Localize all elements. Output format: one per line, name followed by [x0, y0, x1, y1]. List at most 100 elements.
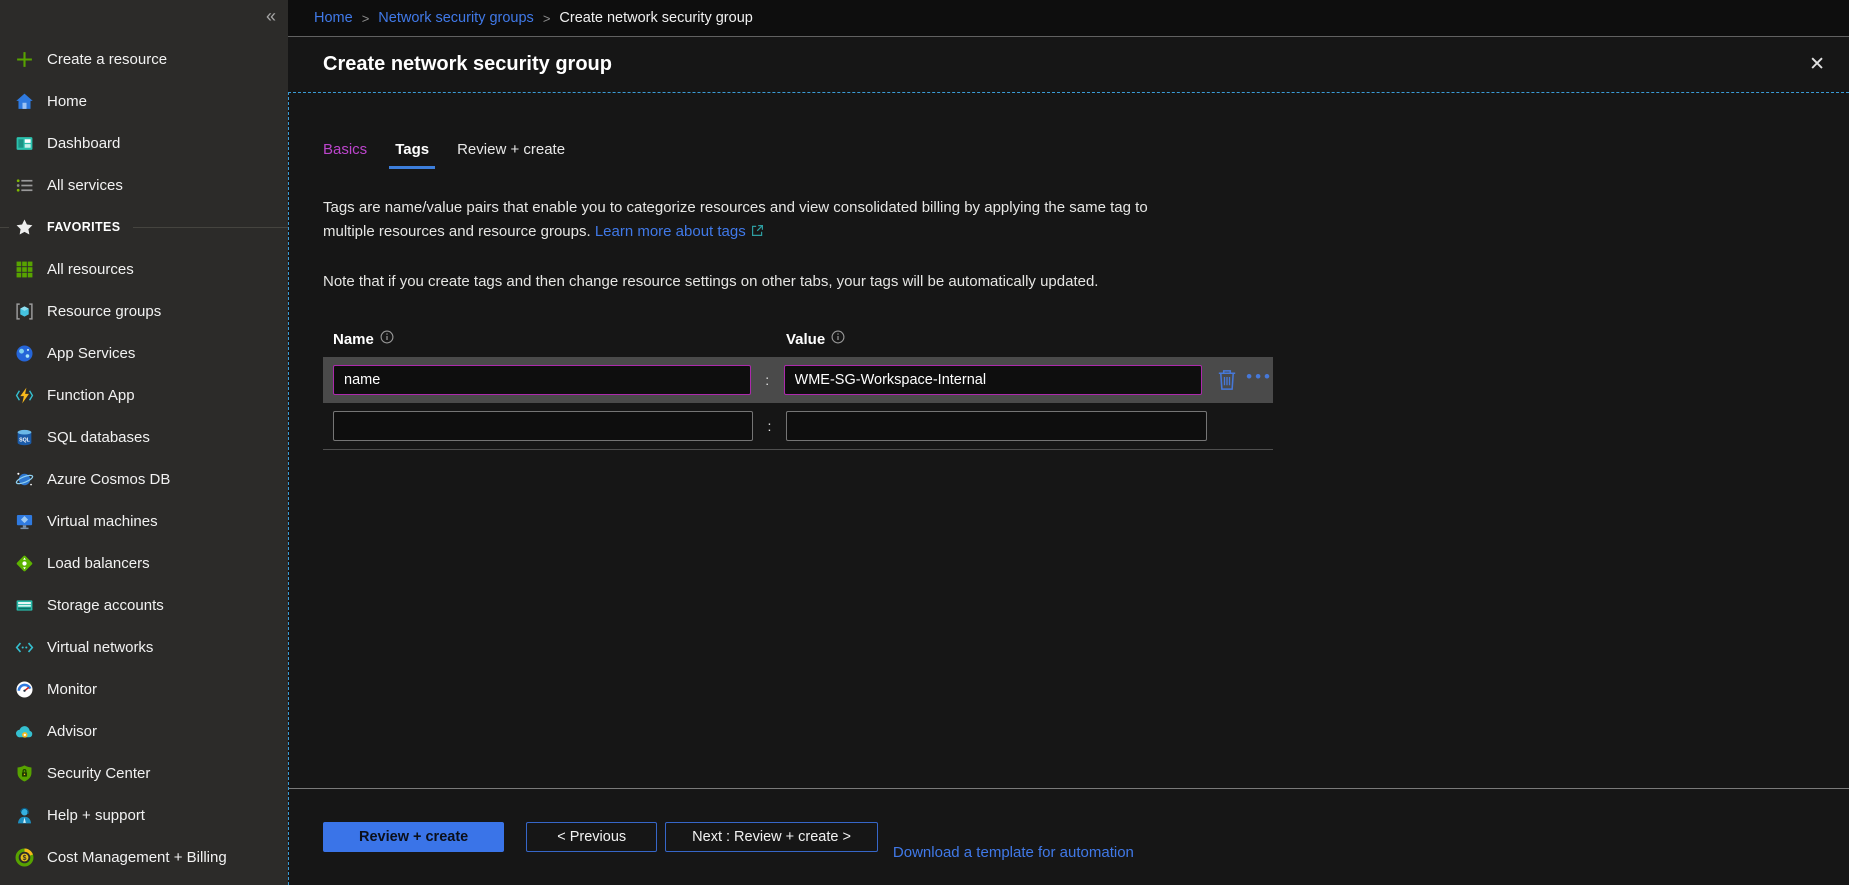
tab-review-create[interactable]: Review + create [457, 141, 565, 169]
sidebar-item-label: Dashboard [47, 135, 120, 152]
name-column-header: Name [333, 331, 374, 348]
sidebar-collapse-icon[interactable]: « [266, 6, 276, 27]
tags-table-header: Name Value [323, 330, 1273, 348]
advisor-icon [15, 722, 34, 741]
cosmos-db-icon [15, 470, 34, 489]
sidebar-item-sql-databases[interactable]: SQL SQL databases [0, 416, 288, 458]
sidebar-item-label: Security Center [47, 765, 150, 782]
sidebar-item-all-resources[interactable]: All resources [0, 248, 288, 290]
sidebar-item-resource-groups[interactable]: Resource groups [0, 290, 288, 332]
more-options-icon[interactable]: ••• [1246, 372, 1273, 388]
description-line-1: Tags are name/value pairs that enable yo… [323, 196, 1829, 220]
list-icon [15, 176, 34, 195]
virtual-machines-icon [15, 512, 34, 531]
monitor-icon [15, 680, 34, 699]
tag-name-input[interactable] [333, 411, 753, 441]
help-support-icon [15, 806, 34, 825]
plus-icon [15, 50, 34, 69]
description-line-2: multiple resources and resource groups. … [323, 220, 1829, 245]
sidebar-item-virtual-networks[interactable]: Virtual networks [0, 626, 288, 668]
close-icon[interactable]: ✕ [1801, 49, 1833, 80]
sidebar-item-label: SQL databases [47, 429, 150, 446]
storage-accounts-icon [15, 596, 34, 615]
tags-description: Tags are name/value pairs that enable yo… [323, 196, 1829, 245]
sidebar-item-label: Virtual machines [47, 513, 158, 530]
sidebar-item-azure-cosmos-db[interactable]: Azure Cosmos DB [0, 458, 288, 500]
breadcrumb-separator-icon: > [362, 11, 370, 26]
download-template-link[interactable]: Download a template for automation [893, 844, 1134, 861]
info-icon[interactable] [380, 330, 394, 348]
tab-tags[interactable]: Tags [389, 141, 435, 169]
main-area: Home > Network security groups > Create … [288, 0, 1849, 885]
breadcrumb-separator-icon: > [543, 11, 551, 26]
tab-content: Basics Tags Review + create Tags are nam… [289, 93, 1849, 788]
sidebar-item-storage-accounts[interactable]: Storage accounts [0, 584, 288, 626]
breadcrumb-home-link[interactable]: Home [314, 10, 353, 26]
sidebar-item-label: Resource groups [47, 303, 161, 320]
sidebar-item-label: Function App [47, 387, 135, 404]
sidebar-item-label: App Services [47, 345, 135, 362]
dashboard-icon [15, 134, 34, 153]
sidebar-item-home[interactable]: Home [0, 80, 288, 122]
tags-note: Note that if you create tags and then ch… [323, 273, 1829, 290]
grid-icon [15, 260, 34, 279]
tab-basics[interactable]: Basics [323, 141, 367, 169]
sidebar-item-label: Help + support [47, 807, 145, 824]
svg-text:SQL: SQL [19, 437, 31, 443]
breadcrumb: Home > Network security groups > Create … [288, 0, 1849, 37]
sidebar-item-monitor[interactable]: Monitor [0, 668, 288, 710]
learn-more-link[interactable]: Learn more about tags [595, 223, 746, 240]
star-icon [15, 218, 34, 237]
delete-tag-icon[interactable] [1214, 367, 1240, 393]
breadcrumb-nsg-link[interactable]: Network security groups [378, 10, 534, 26]
sidebar-item-cost-management-billing[interactable]: $ Cost Management + Billing [0, 836, 288, 878]
tag-name-input[interactable] [333, 365, 751, 395]
home-icon [15, 92, 34, 111]
sidebar-item-function-app[interactable]: Function App [0, 374, 288, 416]
sidebar-item-create-a-resource[interactable]: Create a resource [0, 38, 288, 80]
sidebar-item-help-support[interactable]: Help + support [0, 794, 288, 836]
sidebar-item-label: Storage accounts [47, 597, 164, 614]
review-create-button[interactable]: Review + create [323, 822, 504, 852]
sidebar-item-label: Virtual networks [47, 639, 153, 656]
tag-value-input[interactable] [786, 411, 1207, 441]
sidebar-item-label: Advisor [47, 723, 97, 740]
sidebar-item-all-services[interactable]: All services [0, 164, 288, 206]
tags-table: Name Value : ••• : [323, 330, 1273, 450]
tag-separator: : [753, 418, 786, 434]
sidebar-item-label: Azure Cosmos DB [47, 471, 170, 488]
value-column-header: Value [786, 331, 825, 348]
tag-row: : [323, 403, 1273, 449]
load-balancers-icon [15, 554, 34, 573]
previous-button[interactable]: < Previous [526, 822, 657, 852]
sidebar-favorites-header: FAVORITES [0, 206, 288, 248]
favorites-divider-right [133, 227, 288, 228]
virtual-networks-icon [15, 638, 34, 657]
panel-header: Create network security group ✕ [288, 37, 1849, 92]
sidebar-item-virtual-machines[interactable]: Virtual machines [0, 500, 288, 542]
external-link-icon [751, 221, 764, 245]
azure-portal-window: « Create a resource Home Dashboard All s… [0, 0, 1849, 885]
sidebar-item-dashboard[interactable]: Dashboard [0, 122, 288, 164]
sidebar-item-label: All services [47, 177, 123, 194]
info-icon[interactable] [831, 330, 845, 348]
sidebar-item-label: FAVORITES [47, 220, 121, 234]
resource-groups-icon [15, 302, 34, 321]
next-button[interactable]: Next : Review + create > [665, 822, 878, 852]
sidebar-item-label: Load balancers [47, 555, 150, 572]
sidebar-item-label: Cost Management + Billing [47, 849, 227, 866]
svg-text:$: $ [23, 854, 27, 861]
sidebar-item-advisor[interactable]: Advisor [0, 710, 288, 752]
sidebar-item-app-services[interactable]: App Services [0, 332, 288, 374]
sidebar-item-security-center[interactable]: Security Center [0, 752, 288, 794]
sidebar: « Create a resource Home Dashboard All s… [0, 0, 288, 885]
breadcrumb-current: Create network security group [559, 10, 752, 26]
footer-actions: Review + create < Previous Next : Review… [289, 788, 1849, 885]
sidebar-item-load-balancers[interactable]: Load balancers [0, 542, 288, 584]
security-center-icon [15, 764, 34, 783]
cost-billing-icon: $ [15, 848, 34, 867]
tag-row: : ••• [323, 357, 1273, 403]
sidebar-item-label: Monitor [47, 681, 97, 698]
sidebar-item-label: Home [47, 93, 87, 110]
tag-value-input[interactable] [784, 365, 1203, 395]
